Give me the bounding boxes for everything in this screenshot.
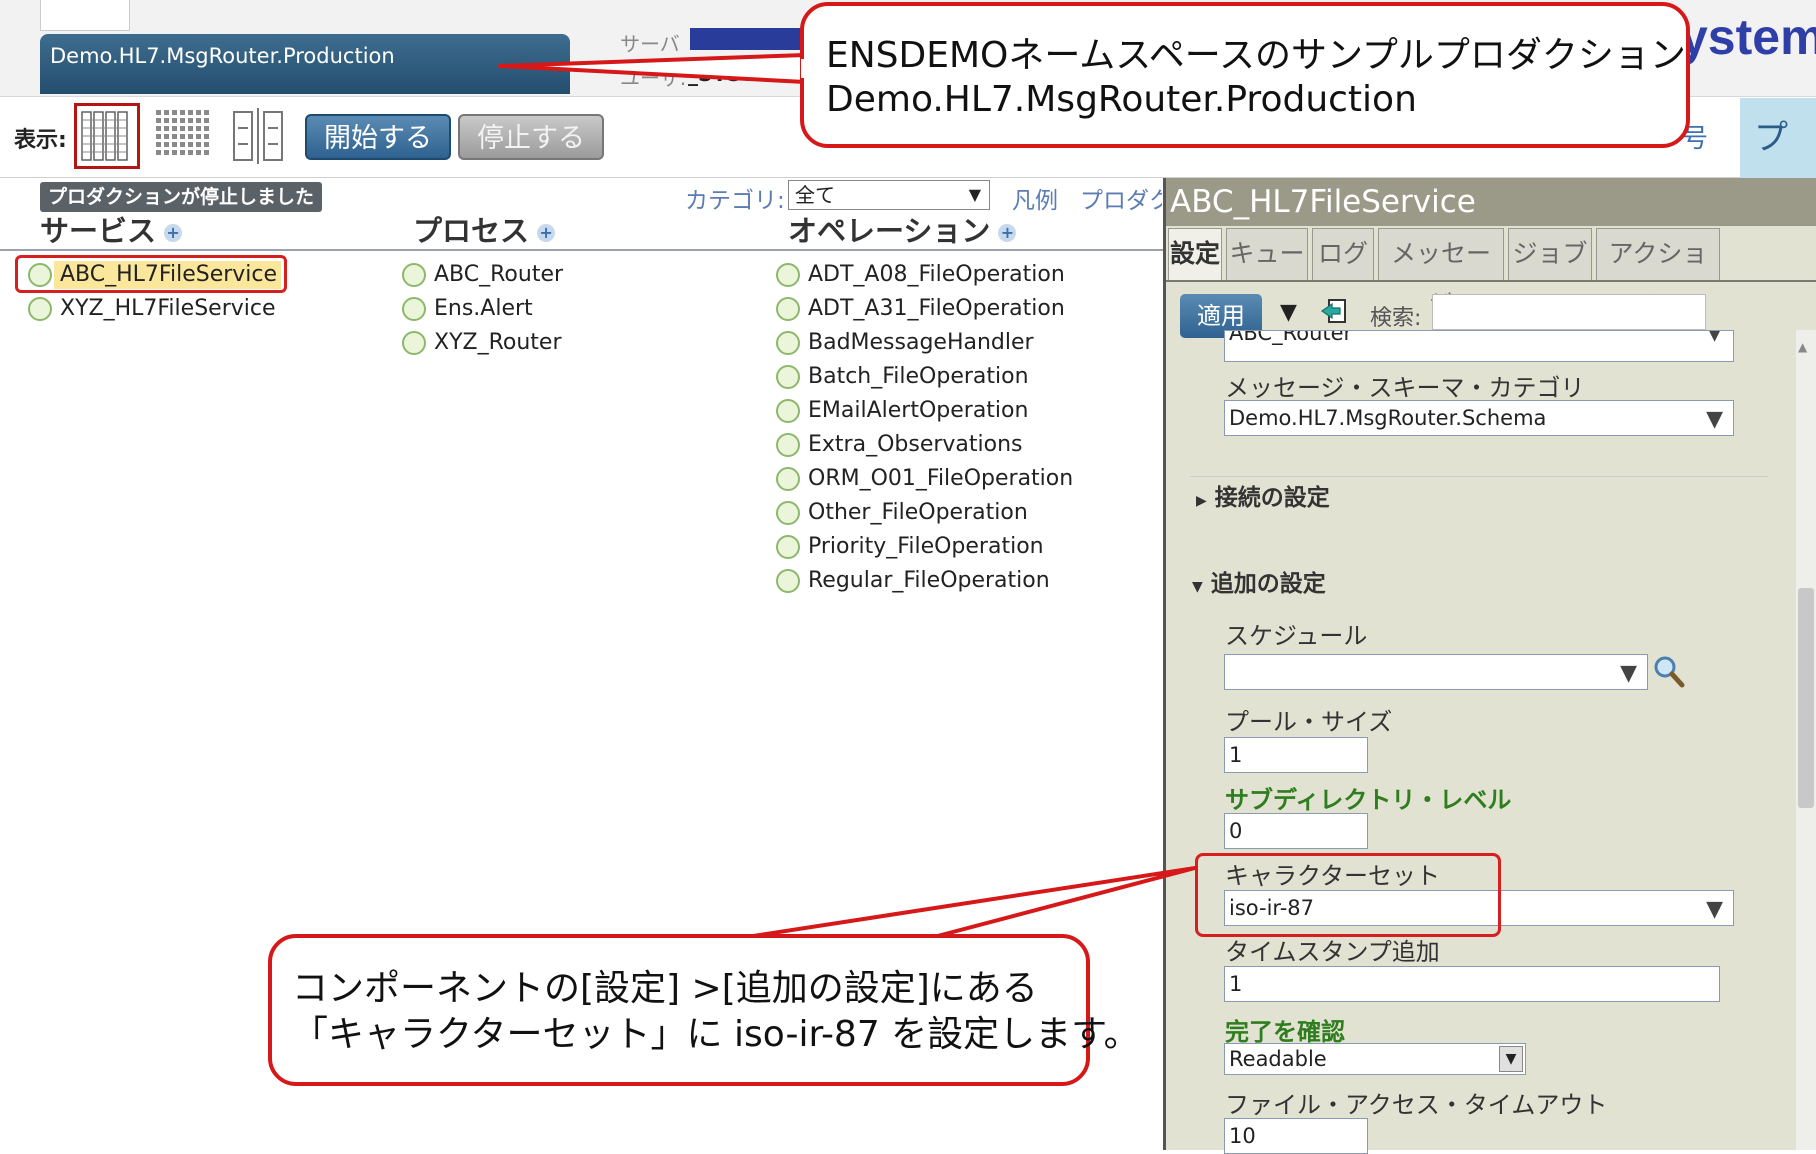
charset-callout: コンポーネントの[設定] >[追加の設定]にある 「キャラクターセット」に is… [268, 934, 1140, 1086]
callout-text: 「キャラクターセット」に iso-ir-87 を設定します。 [292, 1014, 1140, 1055]
callout-text: コンポーネントの[設定] >[追加の設定]にある [292, 968, 1038, 1009]
